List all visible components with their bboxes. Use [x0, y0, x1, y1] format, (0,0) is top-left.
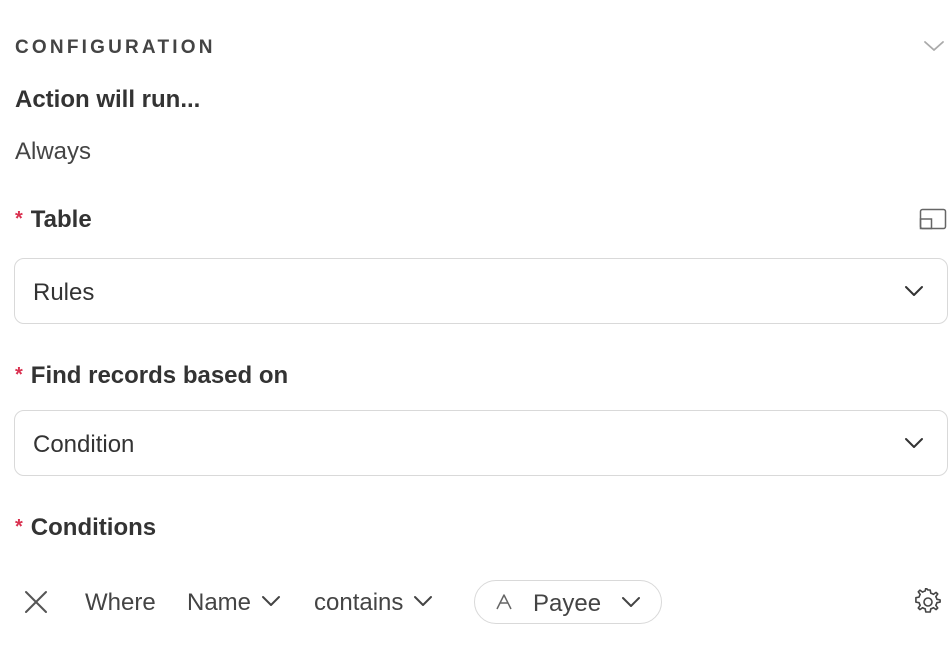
- chevron-down-icon: [622, 597, 640, 607]
- section-title: CONFIGURATION: [15, 37, 216, 58]
- condition-field-value: Name: [187, 589, 252, 616]
- find-records-field-label: * Find records based on: [15, 362, 288, 390]
- condition-value-label: Payee: [533, 590, 602, 617]
- configuration-panel: CONFIGURATION Action will run... Always …: [0, 0, 952, 660]
- gear-icon[interactable]: [914, 588, 942, 616]
- table-select[interactable]: Rules: [14, 258, 948, 324]
- action-run-label: Action will run...: [15, 86, 201, 113]
- find-records-select[interactable]: Condition: [14, 410, 948, 476]
- expand-panel-icon[interactable]: [919, 208, 947, 230]
- find-records-select-value: Condition: [33, 431, 135, 458]
- required-marker: *: [15, 516, 23, 538]
- text-type-icon: [496, 594, 512, 610]
- conditions-label-text: Conditions: [30, 514, 157, 541]
- table-field-label: * Table: [15, 206, 92, 234]
- required-marker: *: [15, 364, 23, 386]
- chevron-down-icon: [905, 438, 923, 448]
- required-marker: *: [15, 208, 23, 230]
- close-icon[interactable]: [24, 590, 48, 614]
- chevron-down-icon: [905, 286, 923, 296]
- chevron-down-icon: [262, 595, 281, 606]
- condition-operator-dropdown[interactable]: contains: [314, 589, 433, 617]
- chevron-down-icon[interactable]: [922, 38, 946, 54]
- condition-prefix: Where: [85, 589, 156, 616]
- table-select-value: Rules: [33, 279, 95, 306]
- find-records-label-text: Find records based on: [30, 362, 289, 389]
- condition-operator-value: contains: [314, 589, 404, 616]
- conditions-field-label: * Conditions: [15, 514, 156, 542]
- action-run-value[interactable]: Always: [15, 138, 91, 166]
- condition-field-dropdown[interactable]: Name: [187, 589, 281, 617]
- condition-value-pill[interactable]: Payee: [474, 580, 662, 624]
- condition-row: Where Name contains Payee: [0, 578, 952, 626]
- chevron-down-icon: [414, 595, 433, 606]
- table-label-text: Table: [30, 206, 92, 233]
